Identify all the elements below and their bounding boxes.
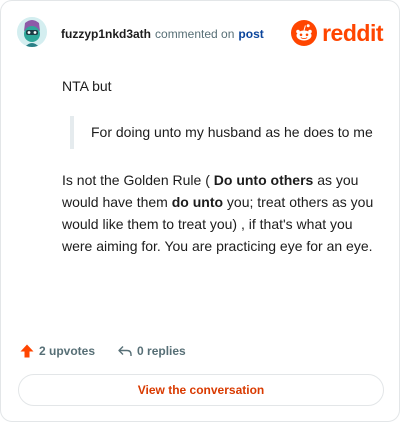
reddit-wordmark: reddit — [322, 20, 383, 46]
action-text: commented on — [155, 27, 235, 41]
comment-paragraph-last: Is not the Golden Rule ( Do unto others … — [62, 169, 375, 257]
upvote-arrow-icon — [20, 344, 34, 358]
quote-text: For doing unto my husband as he does to … — [91, 124, 373, 140]
upvote-button[interactable]: 2 upvotes — [19, 343, 95, 359]
comment-header: fuzzyp1nkd3ath commented on post reddit — [17, 17, 383, 53]
bold-text-1: Do unto others — [213, 172, 314, 188]
comment-actions: 2 upvotes 0 replies — [19, 341, 186, 361]
username-link[interactable]: fuzzyp1nkd3ath — [61, 27, 151, 41]
comment-card: fuzzyp1nkd3ath commented on post reddit NT… — [0, 0, 400, 422]
comment-quote: For doing unto my husband as he does to … — [70, 116, 375, 149]
reply-count: 0 replies — [137, 344, 186, 358]
reddit-snoo-icon — [291, 20, 318, 46]
user-avatar[interactable] — [17, 17, 47, 47]
comment-meta: fuzzyp1nkd3ath commented on post — [61, 27, 264, 41]
text-part-1: Is not the Golden Rule ( — [62, 172, 214, 188]
avatar-illustration-icon — [17, 17, 47, 47]
upvote-count: 2 upvotes — [39, 344, 96, 358]
bold-text-2: do unto — [171, 194, 224, 210]
reddit-brand[interactable]: reddit — [291, 19, 383, 47]
view-conversation-button[interactable]: View the conversation — [18, 374, 384, 406]
comment-body: NTA but For doing unto my husband as he … — [62, 75, 375, 257]
reply-button[interactable]: 0 replies — [117, 343, 186, 359]
reply-arrow-icon — [118, 346, 132, 356]
comment-paragraph-first: NTA but — [62, 78, 112, 94]
post-link[interactable]: post — [238, 27, 263, 41]
